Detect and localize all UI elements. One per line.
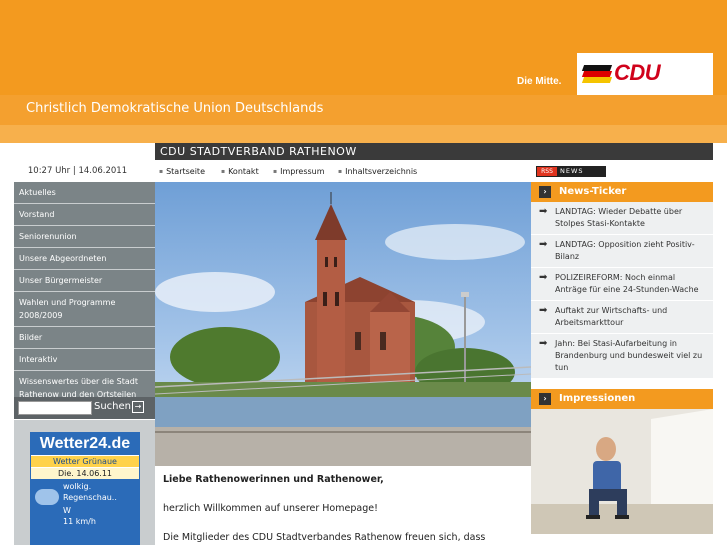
news-item[interactable]: ➡ Auftakt zur Wirtschafts- und Arbeitsma… xyxy=(531,301,713,334)
chevron-right-icon: › xyxy=(539,186,551,198)
title-left-spacer xyxy=(0,143,155,160)
arrow-right-icon: ➡ xyxy=(539,305,548,316)
weather-desc-line2: Regenschau.. xyxy=(63,493,117,502)
right-column: › News-Ticker ➡ LANDTAG: Wieder Debatte … xyxy=(531,182,713,534)
search-label[interactable]: Suchen xyxy=(94,401,131,412)
intro-text: Die Mitglieder des CDU Stadtverbandes Ra… xyxy=(163,532,486,543)
impressionen-photo[interactable] xyxy=(531,409,713,534)
site-header: Die Mitte. CDU Christlich Demokratische … xyxy=(0,0,727,143)
arrow-right-icon: ➡ xyxy=(539,338,548,349)
weather-wind: W 11 km/h xyxy=(63,505,96,527)
weather-widget-container: Wetter24.de Wetter Grünaue Die. 14.06.11… xyxy=(14,420,155,545)
top-navigation: Startseite Kontakt Impressum Inhaltsverz… xyxy=(155,162,530,181)
page-title: CDU STADTVERBAND RATHENOW xyxy=(160,145,357,158)
rss-news-badge[interactable]: RSS NEWS xyxy=(536,166,606,177)
header-bottom-band xyxy=(0,125,727,143)
weather-desc-line1: wolkig. xyxy=(63,482,92,491)
news-ticker-title: News-Ticker xyxy=(559,186,627,197)
church-photo xyxy=(155,182,531,466)
cloud-rain-icon xyxy=(35,489,59,505)
rss-news-label: NEWS xyxy=(560,167,584,175)
weather-details: wolkig. Regenschau.. W 11 km/h xyxy=(31,479,139,545)
welcome-message: herzlich Willkommen auf unserer Homepage… xyxy=(163,503,378,514)
news-ticker-header: › News-Ticker xyxy=(531,182,713,202)
news-item[interactable]: ➡ Jahn: Bei Stasi-Aufarbeitung in Brande… xyxy=(531,334,713,379)
weather-wind-speed: 11 km/h xyxy=(63,517,96,526)
topnav-kontakt[interactable]: Kontakt xyxy=(221,167,259,176)
search-submit-icon[interactable]: → xyxy=(132,401,144,413)
weather-logo[interactable]: Wetter24.de xyxy=(31,433,139,455)
german-flag-icon xyxy=(581,65,613,83)
arrow-right-icon: ➡ xyxy=(539,272,548,283)
rss-icon: RSS xyxy=(537,167,557,176)
welcome-content: Liebe Rathenowerinnen und Rathenower, he… xyxy=(163,474,523,544)
topnav-impressum[interactable]: Impressum xyxy=(273,167,324,176)
cdu-logo[interactable]: CDU xyxy=(614,60,661,86)
sidebar-item-bilder[interactable]: Bilder xyxy=(14,327,155,349)
arrow-right-icon: ➡ xyxy=(539,239,548,250)
welcome-greeting: Liebe Rathenowerinnen und Rathenower, xyxy=(163,474,384,485)
sidebar-item-aktuelles[interactable]: Aktuelles xyxy=(14,182,155,204)
weather-location: Wetter Grünaue xyxy=(31,456,139,467)
sidebar-navigation: Aktuelles Vorstand Seniorenunion Unsere … xyxy=(14,182,155,406)
sidebar-item-interaktiv[interactable]: Interaktiv xyxy=(14,349,155,371)
impressionen-title: Impressionen xyxy=(559,393,636,404)
weather-date: Die. 14.06.11 xyxy=(31,468,139,479)
search-input[interactable] xyxy=(18,401,92,415)
sidebar-item-vorstand[interactable]: Vorstand xyxy=(14,204,155,226)
date-row: 10:27 Uhr | 14.06.2011 xyxy=(0,162,155,181)
sidebar-item-wahlen[interactable]: Wahlen und Programme 2008/2009 xyxy=(14,292,155,327)
sidebar-item-abgeordneten[interactable]: Unsere Abgeordneten xyxy=(14,248,155,270)
impressionen-header: › Impressionen xyxy=(531,389,713,409)
page-title-bar: CDU STADTVERBAND RATHENOW xyxy=(155,143,713,160)
topnav-startseite[interactable]: Startseite xyxy=(159,167,205,176)
sidebar-item-seniorenunion[interactable]: Seniorenunion xyxy=(14,226,155,248)
news-item[interactable]: ➡ LANDTAG: Wieder Debatte über Stolpes S… xyxy=(531,202,713,235)
weather-wind-direction: W xyxy=(63,506,71,515)
sidebar-item-buergermeister[interactable]: Unser Bürgermeister xyxy=(14,270,155,292)
weather-description: wolkig. Regenschau.. xyxy=(63,481,117,503)
search-bar: Suchen → xyxy=(14,397,155,419)
current-datetime: 10:27 Uhr | 14.06.2011 xyxy=(27,166,128,176)
chevron-right-icon: › xyxy=(539,393,551,405)
weather-widget[interactable]: Wetter24.de Wetter Grünaue Die. 14.06.11… xyxy=(30,432,140,545)
news-item[interactable]: ➡ LANDTAG: Opposition zieht Positiv-Bila… xyxy=(531,235,713,268)
news-item[interactable]: ➡ POLIZEIREFORM: Noch einmal Anträge für… xyxy=(531,268,713,301)
arrow-right-icon: ➡ xyxy=(539,206,548,217)
logo-slogan: Die Mitte. xyxy=(517,76,562,87)
party-name: Christlich Demokratische Union Deutschla… xyxy=(26,101,324,116)
topnav-inhaltsverzeichnis[interactable]: Inhaltsverzeichnis xyxy=(338,167,417,176)
